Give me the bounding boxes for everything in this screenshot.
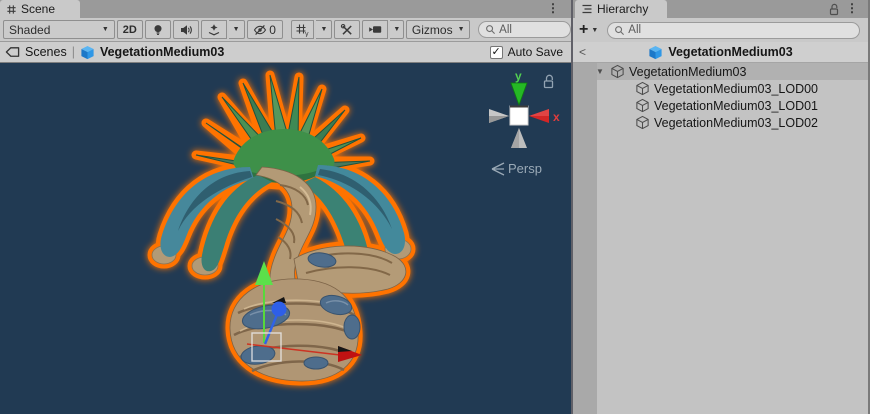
gameobject-label: VegetationMedium03_LOD01: [654, 99, 818, 113]
sparkle-star-icon: [207, 23, 221, 37]
padlock-unlocked-icon[interactable]: [828, 3, 840, 16]
prefab-isolation-header: < VegetationMedium03: [573, 42, 868, 63]
chevron-down-icon: ▼: [393, 26, 400, 33]
toggle-2d-button[interactable]: 2D: [117, 20, 143, 39]
scene-lighting-button[interactable]: [145, 20, 171, 39]
breadcrumb: Scenes | VegetationMedium03 ✓ Auto Save: [0, 42, 571, 63]
axis-x-label: x: [553, 110, 560, 124]
breadcrumb-scenes[interactable]: Scenes: [25, 45, 67, 59]
breadcrumb-current[interactable]: VegetationMedium03: [100, 45, 224, 59]
grid-dropdown[interactable]: ▼: [316, 20, 332, 39]
hierarchy-panel: Hierarchy ⋮ + ▼ All < Vegetat: [573, 0, 870, 414]
tab-hierarchy[interactable]: Hierarchy: [575, 0, 667, 18]
tab-scene-label: Scene: [21, 2, 55, 16]
scene-search-value: All: [499, 24, 512, 36]
check-icon: ✓: [492, 47, 501, 58]
hierarchy-row-lod00[interactable]: VegetationMedium03_LOD00: [573, 80, 868, 97]
axis-y-label: y: [515, 69, 522, 83]
tab-scene[interactable]: Scene: [0, 0, 80, 18]
scene-search-input[interactable]: All: [478, 21, 571, 38]
wireframe-cube-icon: [635, 98, 650, 113]
hierarchy-tabbar: Hierarchy ⋮: [573, 0, 868, 18]
scene-panel: Scene ⋮ Shaded ▼ 2D: [0, 0, 571, 414]
hierarchy-search-input[interactable]: All: [607, 22, 860, 39]
gameobject-label: VegetationMedium03_LOD02: [654, 116, 818, 130]
scene-menu-kebab-icon[interactable]: ⋮: [547, 2, 559, 14]
scene-audio-button[interactable]: [173, 20, 199, 39]
move-gizmo-z-handle: [272, 302, 287, 317]
lightbulb-icon: [151, 23, 165, 37]
overlay-tools-button[interactable]: [334, 20, 360, 39]
chevron-down-icon: ▼: [102, 26, 109, 33]
eye-crossed-icon: [253, 23, 267, 37]
shading-mode-dropdown[interactable]: Shaded ▼: [3, 20, 115, 39]
hierarchy-row-root[interactable]: ▼ VegetationMedium03: [573, 63, 868, 80]
hierarchy-row-lod01[interactable]: VegetationMedium03_LOD01: [573, 97, 868, 114]
video-camera-icon: [368, 23, 383, 36]
list-lines-icon: [581, 3, 593, 15]
gizmos-label: Gizmos: [412, 23, 453, 37]
gameobject-label: VegetationMedium03_LOD00: [654, 82, 818, 96]
orientation-cube-center[interactable]: [510, 106, 528, 125]
prefab-root-title[interactable]: VegetationMedium03: [668, 45, 792, 59]
auto-save-label: Auto Save: [508, 45, 563, 59]
perspective-icon[interactable]: [492, 163, 504, 175]
grid-axis-icon: y: [295, 23, 309, 37]
wireframe-cube-icon: [635, 115, 650, 130]
scene-visibility-button[interactable]: 0: [247, 20, 283, 39]
breadcrumb-separator: |: [72, 45, 75, 59]
add-gameobject-button[interactable]: +: [579, 22, 588, 38]
scene-viewport[interactable]: y x Persp: [0, 63, 571, 414]
svg-text:y: y: [305, 31, 309, 37]
gameobject-label: VegetationMedium03: [629, 65, 746, 79]
foldout-arrow-icon[interactable]: ▼: [596, 67, 606, 76]
scene-camera-button[interactable]: [362, 20, 388, 39]
blue-cube-icon: [80, 45, 95, 60]
back-tag-icon: [5, 46, 20, 58]
chevron-down-icon: ▼: [233, 26, 240, 33]
chevron-down-icon: ▼: [320, 26, 327, 33]
magnifier-icon: [614, 25, 625, 36]
hierarchy-tree: ▼ VegetationMedium03 VegetationMedium03_…: [573, 63, 868, 414]
chevron-down-icon[interactable]: ▼: [591, 27, 598, 34]
toggle-2d-label: 2D: [123, 24, 137, 36]
wireframe-cube-icon: [635, 81, 650, 96]
hierarchy-row-lod02[interactable]: VegetationMedium03_LOD02: [573, 114, 868, 131]
hidden-count-label: 0: [269, 23, 276, 37]
orientation-gizmo[interactable]: y x Persp: [480, 68, 571, 180]
shading-mode-label: Shaded: [9, 23, 50, 37]
speaker-icon: [179, 23, 193, 37]
projection-label[interactable]: Persp: [508, 161, 542, 176]
grid-visibility-button[interactable]: y: [291, 20, 315, 39]
unity-editor-window: Scene ⋮ Shaded ▼ 2D: [0, 0, 870, 414]
scene-tabbar: Scene ⋮: [0, 0, 571, 18]
scene-effects-button[interactable]: [201, 20, 227, 39]
chevron-down-icon: ▼: [458, 26, 465, 33]
hierarchy-toolbar: + ▼ All: [573, 18, 868, 42]
scene-effects-dropdown[interactable]: ▼: [229, 20, 245, 39]
tab-hierarchy-label: Hierarchy: [597, 2, 648, 16]
axis-y-cone[interactable]: [511, 83, 527, 105]
back-chevron[interactable]: <: [579, 45, 586, 59]
scene-camera-dropdown[interactable]: ▼: [390, 20, 404, 39]
padlock-unlocked-icon[interactable]: [545, 75, 553, 87]
scene-toolbar: Shaded ▼ 2D ▼: [0, 18, 571, 42]
crossed-tools-icon: [340, 23, 354, 37]
grid-icon: [6, 4, 17, 15]
auto-save-checkbox[interactable]: ✓: [490, 46, 503, 59]
hierarchy-menu-kebab-icon[interactable]: ⋮: [846, 2, 858, 14]
gizmos-dropdown[interactable]: Gizmos ▼: [406, 20, 470, 39]
blue-cube-icon: [648, 45, 663, 60]
magnifier-icon: [485, 24, 496, 35]
hierarchy-search-value: All: [628, 24, 641, 36]
wireframe-cube-icon: [610, 64, 625, 79]
